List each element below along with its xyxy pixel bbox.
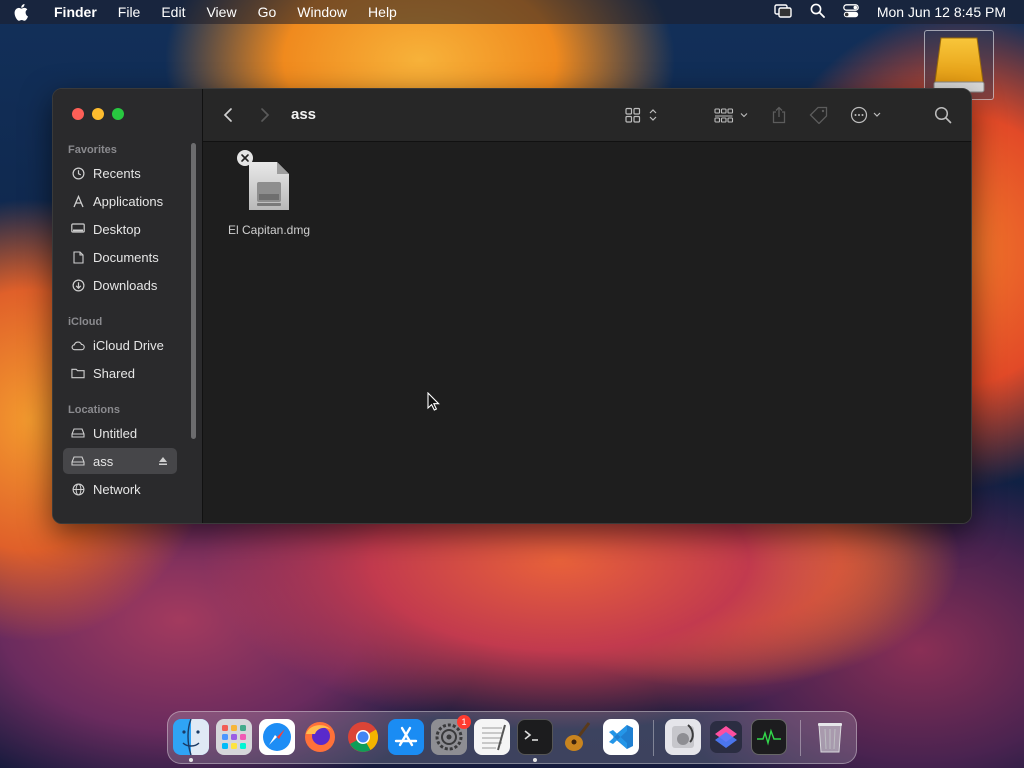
dock-system-settings-icon[interactable]: 1	[431, 715, 471, 755]
sidebar-item-applications[interactable]: Applications	[63, 188, 177, 214]
sidebar-item-label: iCloud Drive	[93, 337, 164, 353]
finder-content-area[interactable]: El Capitan.dmg	[203, 142, 971, 523]
dock-activity-monitor-icon[interactable]	[751, 719, 787, 755]
sidebar-item-downloads[interactable]: Downloads	[63, 272, 177, 298]
running-indicator	[189, 758, 193, 762]
more-actions-button[interactable]	[850, 105, 886, 125]
running-indicator	[533, 758, 537, 762]
control-center-icon[interactable]	[842, 3, 859, 21]
window-controls	[72, 108, 124, 120]
sidebar-item-label: Shared	[93, 365, 135, 381]
menu-view[interactable]: View	[206, 4, 236, 20]
dock-finder-icon[interactable]	[173, 719, 209, 755]
menu-bar: Finder File Edit View Go Window Help Mon…	[0, 0, 1024, 24]
dock-app-store-icon[interactable]	[388, 719, 424, 755]
sidebar-item-label: Network	[93, 481, 141, 497]
finder-toolbar: ass	[203, 89, 971, 142]
clock-icon	[71, 166, 85, 180]
menu-finder[interactable]: Finder	[54, 4, 97, 20]
menu-window[interactable]: Window	[297, 4, 347, 20]
remove-badge-icon[interactable]	[237, 150, 253, 166]
menu-file[interactable]: File	[118, 4, 141, 20]
dock-chrome-icon[interactable]	[345, 719, 381, 755]
menu-edit[interactable]: Edit	[161, 4, 185, 20]
drive-icon	[71, 426, 85, 440]
sidebar-item-documents[interactable]: Documents	[63, 244, 177, 270]
share-button[interactable]	[771, 105, 787, 125]
screen-mirroring-icon[interactable]	[774, 3, 792, 21]
sidebar-item-label: ass	[93, 453, 114, 469]
sidebar-item-untitled[interactable]: Untitled	[63, 420, 177, 446]
cloud-icon	[71, 338, 85, 352]
tag-button[interactable]	[809, 105, 829, 125]
dock-trash-icon[interactable]	[812, 719, 848, 755]
desktop-icon	[71, 222, 85, 236]
view-mode-button[interactable]	[625, 105, 661, 125]
dock-launchpad-icon[interactable]	[216, 719, 252, 755]
zoom-window-button[interactable]	[112, 108, 124, 120]
dock-garageband-icon[interactable]	[560, 719, 596, 755]
back-button[interactable]	[223, 105, 233, 125]
applications-icon	[71, 194, 85, 208]
sidebar-item-icloud-drive[interactable]: iCloud Drive	[63, 332, 177, 358]
dock-safari-icon[interactable]	[259, 719, 295, 755]
file-name-label: El Capitan.dmg	[227, 223, 311, 237]
search-icon[interactable]	[934, 105, 952, 125]
dock-terminal-icon[interactable]	[517, 719, 553, 755]
sidebar-header-icloud: iCloud	[68, 316, 103, 328]
sidebar-item-label: Downloads	[93, 277, 158, 293]
menu-help[interactable]: Help	[368, 4, 397, 20]
sidebar-item-label: Untitled	[93, 425, 138, 441]
apple-menu-icon[interactable]	[14, 3, 32, 21]
mouse-pointer-icon	[427, 391, 440, 416]
sidebar-item-desktop[interactable]: Desktop	[63, 216, 177, 242]
menu-go[interactable]: Go	[258, 4, 277, 20]
sidebar-item-shared[interactable]: Shared	[63, 360, 177, 386]
eject-icon[interactable]	[158, 454, 168, 469]
notification-badge: 1	[457, 715, 471, 729]
sidebar-header-locations: Locations	[68, 404, 120, 416]
group-by-button[interactable]	[714, 105, 750, 125]
dock-firefox-icon[interactable]	[302, 719, 338, 755]
dock-separator	[653, 720, 654, 756]
sidebar-scrollbar[interactable]	[191, 143, 196, 439]
file-item[interactable]: El Capitan.dmg	[221, 150, 317, 237]
dock-disk-utility-icon[interactable]	[665, 719, 701, 755]
dock-textedit-icon[interactable]	[474, 719, 510, 755]
sidebar-item-network[interactable]: Network	[63, 476, 177, 502]
sidebar-item-ass[interactable]: ass	[63, 448, 177, 474]
sidebar-item-label: Desktop	[93, 221, 141, 237]
forward-button[interactable]	[260, 105, 270, 125]
minimize-window-button[interactable]	[92, 108, 104, 120]
sidebar-item-label: Recents	[93, 165, 141, 181]
close-window-button[interactable]	[72, 108, 84, 120]
window-title: ass	[291, 106, 317, 123]
globe-icon	[71, 482, 85, 496]
finder-sidebar: Favorites Recents Applications Desktop D…	[53, 89, 203, 523]
drive-icon	[71, 454, 85, 468]
download-icon	[71, 278, 85, 292]
dock-shortcuts-icon[interactable]	[708, 719, 744, 755]
menu-bar-clock[interactable]: Mon Jun 12 8:45 PM	[877, 4, 1006, 20]
finder-window[interactable]: Favorites Recents Applications Desktop D…	[52, 88, 972, 524]
dock-vscode-icon[interactable]	[603, 719, 639, 755]
sidebar-item-label: Documents	[93, 249, 159, 265]
sidebar-header-favorites: Favorites	[68, 144, 117, 156]
sidebar-item-recents[interactable]: Recents	[63, 160, 177, 186]
dock-separator	[800, 720, 801, 756]
spotlight-search-icon[interactable]	[810, 3, 825, 21]
document-icon	[71, 250, 85, 264]
dock: 1	[167, 711, 857, 764]
sidebar-item-label: Applications	[93, 193, 164, 209]
shared-folder-icon	[71, 366, 85, 380]
